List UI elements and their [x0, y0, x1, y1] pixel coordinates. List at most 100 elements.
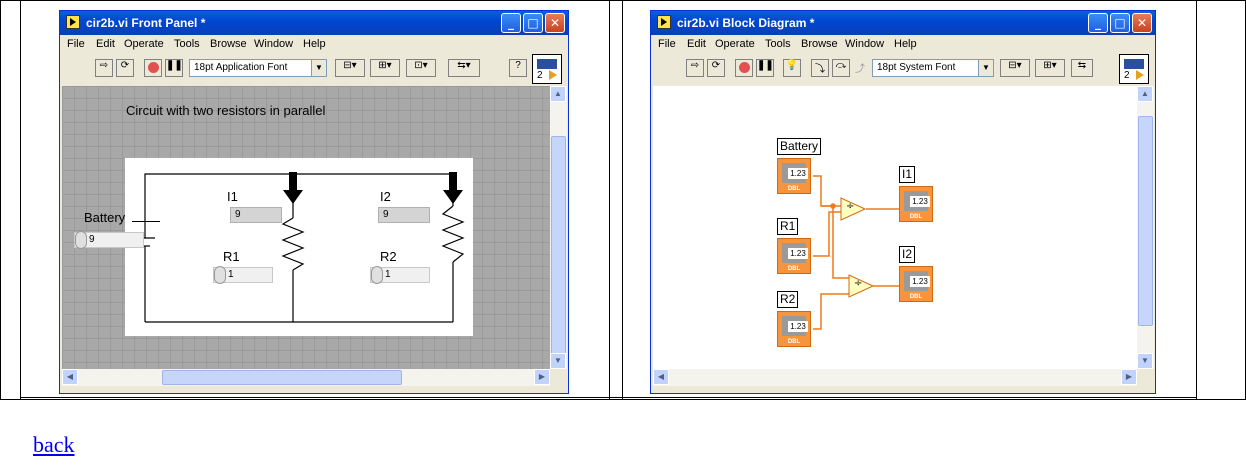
scroll-thumb[interactable]: [551, 136, 566, 356]
align-objects-icon[interactable]: ⊟▾: [1000, 59, 1030, 77]
menu-file[interactable]: File: [658, 38, 676, 50]
menu-edit[interactable]: Edit: [96, 38, 115, 50]
help-icon[interactable]: ?: [509, 59, 527, 77]
circuit-wires: [135, 172, 465, 323]
i1-terminal[interactable]: 1.23 DBL: [899, 186, 933, 222]
divide-icon: ÷: [846, 201, 855, 212]
menu-bar: File Edit Operate Tools Browse Window He…: [60, 36, 568, 52]
abort-icon[interactable]: [735, 59, 753, 77]
resize-objects-icon[interactable]: ⊡▾: [406, 59, 436, 77]
increment-decrement-icon[interactable]: [75, 231, 87, 249]
maximize-button[interactable]: □: [1110, 13, 1130, 33]
abort-icon[interactable]: [144, 59, 162, 77]
table-border: [20, 397, 1197, 398]
i2-label: I2: [380, 189, 391, 204]
window-title: cir2b.vi Front Panel *: [86, 16, 206, 30]
font-selector[interactable]: 18pt System Font ▼: [872, 59, 994, 77]
menu-help[interactable]: Help: [894, 38, 917, 50]
i1-terminal-label: I1: [899, 166, 916, 183]
step-over-icon[interactable]: ⤼: [832, 59, 850, 77]
connector-pane-icon[interactable]: 2: [532, 54, 562, 84]
divide-icon: ÷: [854, 278, 863, 289]
align-objects-icon[interactable]: ⊟▾: [335, 59, 365, 77]
scroll-right-icon[interactable]: ▶: [1121, 369, 1137, 385]
diagram-wires: [813, 175, 907, 330]
distribute-objects-icon[interactable]: ⊞▾: [1035, 59, 1065, 77]
block-diagram-canvas[interactable]: ÷ ÷ Battery 1.23 DBL R1 1.23 DBL R2 1.23 DB…: [653, 86, 1137, 369]
r1-control[interactable]: 1: [213, 266, 273, 284]
close-button[interactable]: ✕: [1132, 13, 1152, 33]
menu-window[interactable]: Window: [254, 38, 293, 50]
front-panel-titlebar[interactable]: cir2b.vi Front Panel * _ □ ✕: [60, 11, 568, 35]
minimize-button[interactable]: _: [501, 13, 521, 33]
back-link[interactable]: back: [33, 432, 75, 458]
scroll-down-icon[interactable]: ▼: [550, 353, 566, 369]
maximize-button[interactable]: □: [523, 13, 543, 33]
r2-terminal-label: R2: [777, 291, 799, 308]
increment-decrement-icon[interactable]: [214, 266, 226, 284]
menu-operate[interactable]: Operate: [715, 38, 755, 50]
scroll-down-icon[interactable]: ▼: [1137, 353, 1153, 369]
vertical-scrollbar[interactable]: ▲ ▼: [550, 86, 567, 369]
menu-operate[interactable]: Operate: [124, 38, 164, 50]
run-arrow-icon[interactable]: ⇨: [686, 59, 704, 77]
run-arrow-icon[interactable]: ⇨: [95, 59, 113, 77]
battery-control[interactable]: 9: [74, 231, 144, 249]
horizontal-scrollbar[interactable]: ◀ ▶: [653, 369, 1137, 386]
r2-terminal[interactable]: 1.23 DBL: [777, 311, 811, 347]
menu-file[interactable]: File: [67, 38, 85, 50]
r1-terminal[interactable]: 1.23 DBL: [777, 238, 811, 274]
block-diagram-titlebar[interactable]: cir2b.vi Block Diagram * _ □ ✕: [651, 11, 1155, 35]
table-border: [1196, 0, 1197, 400]
block-diagram-window: cir2b.vi Block Diagram * _ □ ✕ File Edit…: [650, 10, 1156, 394]
minimize-button[interactable]: _: [1088, 13, 1108, 33]
i1-indicator: 9: [230, 207, 282, 223]
run-continuous-icon[interactable]: ⟳: [116, 59, 134, 77]
step-out-icon[interactable]: ⤴: [853, 59, 867, 77]
menu-tools[interactable]: Tools: [765, 38, 791, 50]
menu-help[interactable]: Help: [303, 38, 326, 50]
i2-terminal-label: I2: [899, 246, 916, 263]
highlight-execution-icon[interactable]: 💡: [783, 59, 801, 77]
i1-label: I1: [227, 189, 238, 204]
i2-terminal[interactable]: 1.23 DBL: [899, 266, 933, 302]
circuit-diagram: [125, 158, 473, 336]
step-into-icon[interactable]: ⤵: [811, 59, 829, 77]
pause-icon[interactable]: ❚❚: [756, 59, 774, 77]
scroll-left-icon[interactable]: ◀: [62, 369, 78, 385]
distribute-objects-icon[interactable]: ⊞▾: [370, 59, 400, 77]
r2-control[interactable]: 1: [370, 266, 430, 284]
menu-tools[interactable]: Tools: [174, 38, 200, 50]
scroll-left-icon[interactable]: ◀: [653, 369, 669, 385]
reorder-icon[interactable]: ⇆: [1071, 59, 1093, 77]
table-border: [0, 399, 1246, 400]
labview-icon: [657, 15, 671, 29]
scroll-thumb[interactable]: [1138, 116, 1153, 326]
pause-icon[interactable]: ❚❚: [165, 59, 183, 77]
battery-terminal[interactable]: 1.23 DBL: [777, 158, 811, 194]
close-button[interactable]: ✕: [545, 13, 565, 33]
menu-edit[interactable]: Edit: [687, 38, 706, 50]
increment-decrement-icon[interactable]: [371, 266, 383, 284]
battery-label: Battery: [84, 210, 126, 225]
connector-pane-icon[interactable]: 2: [1119, 54, 1149, 84]
panel-heading: Circuit with two resistors in parallel: [126, 103, 326, 118]
scroll-right-icon[interactable]: ▶: [534, 369, 550, 385]
reorder-icon[interactable]: ⇆▾: [448, 59, 480, 77]
battery-terminal-label: Battery: [777, 138, 822, 155]
vertical-scrollbar[interactable]: ▲ ▼: [1137, 86, 1154, 369]
menu-window[interactable]: Window: [845, 38, 884, 50]
scroll-up-icon[interactable]: ▲: [550, 86, 566, 102]
font-selector[interactable]: 18pt Application Font ▼: [189, 59, 327, 77]
horizontal-scrollbar[interactable]: ◀ ▶: [62, 369, 550, 386]
scroll-thumb[interactable]: [162, 370, 402, 385]
r1-label: R1: [223, 249, 240, 264]
menu-browse[interactable]: Browse: [801, 38, 838, 50]
scroll-up-icon[interactable]: ▲: [1137, 86, 1153, 102]
r2-label: R2: [380, 249, 397, 264]
run-continuous-icon[interactable]: ⟳: [707, 59, 725, 77]
toolbar: ⇨ ⟳ ❚❚ 💡 ⤵ ⤼ ⤴ 18pt System Font ▼ ⊟▾ ⊞▾ ⇆…: [651, 52, 1155, 86]
table-border: [609, 0, 610, 400]
window-title: cir2b.vi Block Diagram *: [677, 16, 815, 30]
menu-browse[interactable]: Browse: [210, 38, 247, 50]
